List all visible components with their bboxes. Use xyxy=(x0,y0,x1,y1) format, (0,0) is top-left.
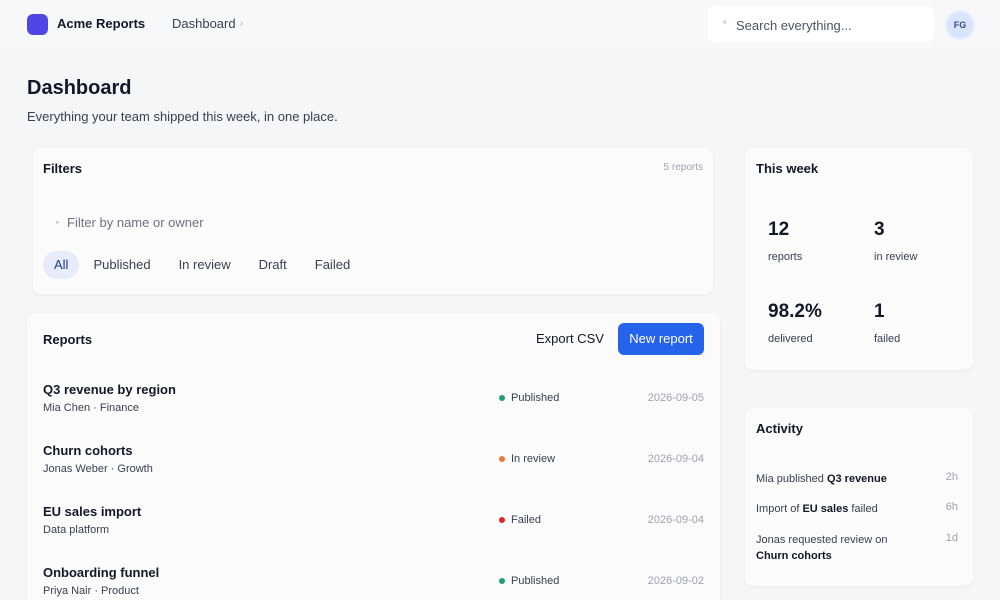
activity-text: Import of xyxy=(756,503,803,515)
table-row[interactable]: Onboarding funnel Priya Nair · Product P… xyxy=(27,565,720,600)
stat-reports: 12 reports xyxy=(768,219,858,263)
export-csv-button[interactable]: Export CSV xyxy=(524,323,616,355)
this-week-card: This week 12 reports 3 in review 98.2% d… xyxy=(745,148,973,370)
status-label: Published xyxy=(511,575,560,587)
stat-label: failed xyxy=(874,333,901,345)
logo-icon[interactable] xyxy=(27,14,48,35)
stat-in-review: 3 in review xyxy=(874,219,964,263)
tab-in-review[interactable]: In review xyxy=(165,251,245,279)
report-name[interactable]: Onboarding funnel xyxy=(43,565,159,580)
status-badge: Published xyxy=(499,392,559,404)
activity-time: 1d xyxy=(945,532,958,544)
new-report-button[interactable]: New report xyxy=(618,323,704,355)
stat-label: delivered xyxy=(768,333,813,345)
activity-text-end: failed xyxy=(848,503,878,515)
page-subtitle: Everything your team shipped this week, … xyxy=(27,109,338,124)
table-row[interactable]: EU sales import Data platform Failed 202… xyxy=(27,504,720,564)
search-icon: ⚬ xyxy=(54,218,61,227)
report-owner: Data platform xyxy=(43,524,110,536)
status-label: Failed xyxy=(511,514,541,526)
stat-value: 98.2% xyxy=(768,301,822,322)
status-dot-icon xyxy=(499,517,505,523)
status-badge: Failed xyxy=(499,514,541,526)
activity-text: Jonas requested review on xyxy=(756,534,888,546)
filter-input[interactable] xyxy=(67,212,467,232)
activity-item: Import of EU sales failed xyxy=(756,501,956,517)
activity-item: Mia published Q3 revenue xyxy=(756,471,956,487)
reports-card: Reports Export CSV New report Q3 revenue… xyxy=(27,313,720,600)
report-name[interactable]: Churn cohorts xyxy=(43,443,133,458)
activity-time: 2h xyxy=(945,471,958,483)
report-date: 2026-09-05 xyxy=(647,392,704,404)
reports-title: Reports xyxy=(43,332,93,347)
tab-draft[interactable]: Draft xyxy=(245,251,301,279)
breadcrumb-dashboard[interactable]: Dashboard xyxy=(172,16,236,31)
tab-published[interactable]: Published xyxy=(79,251,164,279)
search-input[interactable] xyxy=(736,15,926,35)
report-date: 2026-09-04 xyxy=(647,514,704,526)
status-badge: Published xyxy=(499,575,559,587)
activity-card: Activity Mia published Q3 revenue 2h Imp… xyxy=(745,408,973,586)
status-label: In review xyxy=(511,453,556,465)
report-date: 2026-09-04 xyxy=(647,453,704,465)
activity-text: Mia published xyxy=(756,473,827,485)
stat-delivered: 98.2% delivered xyxy=(768,301,858,345)
table-row[interactable]: Q3 revenue by region Mia Chen · Finance … xyxy=(27,382,720,442)
stat-failed: 1 failed xyxy=(874,301,964,345)
status-badge: In review xyxy=(499,453,555,465)
status-dot-icon xyxy=(499,578,505,584)
status-label: Published xyxy=(511,392,560,404)
page-title: Dashboard xyxy=(27,77,132,99)
stat-value: 12 xyxy=(768,219,790,240)
activity-subject[interactable]: EU sales xyxy=(802,503,848,515)
activity-subject[interactable]: Churn cohorts xyxy=(756,550,832,562)
report-name[interactable]: Q3 revenue by region xyxy=(43,382,176,397)
chevron-right-icon: › xyxy=(240,18,243,28)
stat-label: in review xyxy=(874,251,918,263)
report-owner: Jonas Weber · Growth xyxy=(43,463,153,475)
report-date: 2026-09-02 xyxy=(647,575,704,587)
status-tabs: All Published In review Draft Failed xyxy=(43,251,364,279)
activity-item: Jonas requested review on Churn cohorts xyxy=(756,532,916,564)
filters-card: Filters 5 reports ⚬ All Published In rev… xyxy=(33,148,713,294)
status-dot-icon xyxy=(499,456,505,462)
tab-failed[interactable]: Failed xyxy=(301,251,364,279)
top-bar: Acme Reports Dashboard › ⚬ FG xyxy=(0,0,1000,48)
stat-label: reports xyxy=(768,251,803,263)
this-week-title: This week xyxy=(756,161,819,176)
app-name[interactable]: Acme Reports xyxy=(57,16,145,31)
activity-time: 6h xyxy=(945,501,958,513)
stat-value: 3 xyxy=(874,219,885,240)
avatar[interactable]: FG xyxy=(947,12,973,38)
tab-all[interactable]: All xyxy=(43,251,80,279)
search-box[interactable]: ⚬ xyxy=(708,6,934,42)
report-owner: Priya Nair · Product xyxy=(43,585,139,597)
table-row[interactable]: Churn cohorts Jonas Weber · Growth In re… xyxy=(27,443,720,503)
report-name[interactable]: EU sales import xyxy=(43,504,141,519)
activity-title: Activity xyxy=(756,421,803,436)
reports-count: 5 reports xyxy=(663,162,703,173)
search-icon: ⚬ xyxy=(721,17,729,27)
filters-title: Filters xyxy=(43,161,83,176)
activity-subject[interactable]: Q3 revenue xyxy=(827,473,887,485)
status-dot-icon xyxy=(499,395,505,401)
stat-value: 1 xyxy=(874,301,885,322)
report-owner: Mia Chen · Finance xyxy=(43,402,139,414)
